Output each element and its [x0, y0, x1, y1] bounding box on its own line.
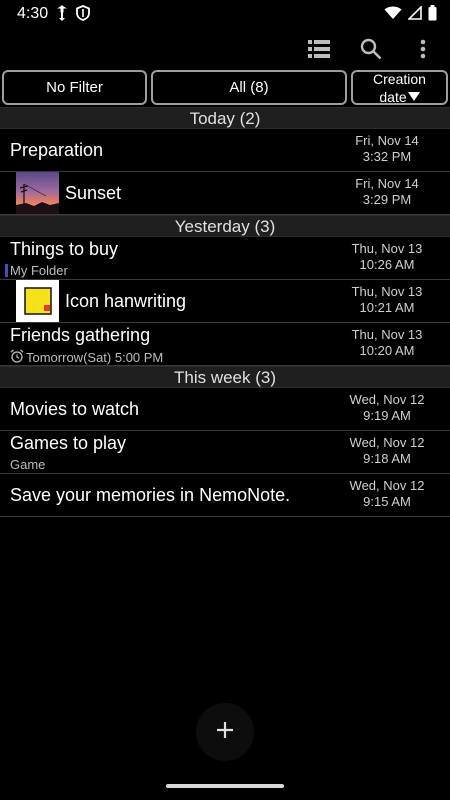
- list-view-icon[interactable]: [306, 36, 332, 62]
- signal-icon: [407, 5, 422, 25]
- app-toolbar: [0, 30, 450, 68]
- note-date-day: Thu, Nov 13: [351, 284, 423, 299]
- note-date-time: 9:15 AM: [363, 494, 411, 509]
- list-item[interactable]: Friends gathering Tomorrow(Sat) 5:00 PM …: [0, 323, 450, 366]
- note-date-time: 10:26 AM: [359, 257, 415, 272]
- note-date: Thu, Nov 13 10:20 AM: [342, 327, 432, 359]
- note-date: Fri, Nov 14 3:29 PM: [342, 176, 432, 208]
- folder-color-indicator: [5, 264, 8, 277]
- sort-descending-icon: [407, 92, 420, 101]
- note-date-day: Fri, Nov 14: [355, 176, 419, 191]
- note-date-day: Thu, Nov 13: [351, 327, 423, 342]
- note-date: Wed, Nov 12 9:19 AM: [342, 392, 432, 424]
- note-title: Games to play: [10, 433, 127, 453]
- list-item[interactable]: Sunset Fri, Nov 14 3:29 PM: [0, 172, 450, 215]
- no-filter-label: No Filter: [46, 78, 103, 96]
- status-time: 4:30: [17, 5, 49, 22]
- note-title: Sunset: [65, 183, 122, 203]
- list-item[interactable]: Save your memories in NemoNote. Wed, Nov…: [0, 474, 450, 517]
- list-item[interactable]: Preparation Fri, Nov 14 3:32 PM: [0, 129, 450, 172]
- note-title: Movies to watch: [10, 399, 140, 419]
- note-title: Save your memories in NemoNote.: [10, 485, 291, 505]
- note-title: Friends gathering: [10, 325, 151, 345]
- data-saver-icon: [56, 5, 68, 26]
- note-date-day: Wed, Nov 12: [349, 435, 425, 450]
- wifi-icon: [384, 6, 402, 25]
- note-list: Today (2) Preparation Fri, Nov 14 3:32 P…: [0, 107, 450, 517]
- note-date-day: Thu, Nov 13: [351, 241, 423, 256]
- battery-icon: [428, 5, 437, 26]
- note-date: Wed, Nov 12 9:15 AM: [342, 478, 432, 510]
- note-date: Fri, Nov 14 3:32 PM: [342, 133, 432, 165]
- note-date-day: Wed, Nov 12: [349, 392, 425, 407]
- all-notes-label: All (8): [229, 78, 269, 96]
- status-bar: 4:30: [0, 0, 450, 28]
- sunset-thumbnail: [16, 172, 59, 214]
- no-filter-button[interactable]: No Filter: [2, 70, 147, 105]
- list-item[interactable]: Games to play Game Wed, Nov 12 9:18 AM: [0, 431, 450, 474]
- more-vert-icon[interactable]: [410, 36, 436, 62]
- note-date-time: 3:32 PM: [362, 149, 412, 164]
- reminder-label: Tomorrow(Sat) 5:00 PM: [26, 350, 164, 365]
- list-item[interactable]: Movies to watch Wed, Nov 12 9:19 AM: [0, 388, 450, 431]
- all-notes-button[interactable]: All (8): [151, 70, 347, 105]
- search-icon[interactable]: [358, 36, 384, 62]
- alarm-clock-icon: [10, 349, 24, 366]
- note-folder: My Folder: [10, 263, 68, 278]
- note-folder: Game: [10, 457, 45, 472]
- gesture-nav-handle[interactable]: [166, 784, 284, 788]
- list-item[interactable]: Icon hanwriting Thu, Nov 13 10:21 AM: [0, 280, 450, 323]
- note-date-time: 9:18 AM: [363, 451, 411, 466]
- sort-order-button[interactable]: Creation date: [351, 70, 448, 105]
- add-note-button[interactable]: [196, 703, 254, 761]
- section-header-yesterday: Yesterday (3): [0, 215, 450, 237]
- shield-icon: [76, 5, 90, 26]
- note-date-day: Fri, Nov 14: [355, 133, 419, 148]
- sort-label-line1: Creation: [373, 70, 426, 87]
- folder-label: My Folder: [10, 263, 68, 278]
- filter-bar: No Filter All (8) Creation date: [0, 70, 450, 106]
- note-date-time: 10:21 AM: [359, 300, 415, 315]
- note-date-day: Wed, Nov 12: [349, 478, 425, 493]
- folder-label: Game: [10, 457, 46, 472]
- section-header-today: Today (2): [0, 107, 450, 129]
- note-title: Things to buy: [10, 239, 119, 259]
- section-header-this-week: This week (3): [0, 366, 450, 388]
- list-item[interactable]: Things to buy My Folder Thu, Nov 13 10:2…: [0, 237, 450, 280]
- note-date: Thu, Nov 13 10:21 AM: [342, 284, 432, 316]
- sort-label-line2: date: [379, 88, 407, 105]
- plus-icon: [216, 721, 234, 744]
- note-date: Thu, Nov 13 10:26 AM: [342, 241, 432, 273]
- note-date-time: 10:20 AM: [359, 343, 415, 358]
- note-date-time: 9:19 AM: [363, 408, 411, 423]
- note-title: Icon hanwriting: [65, 291, 187, 311]
- note-date-time: 3:29 PM: [362, 192, 412, 207]
- note-title: Preparation: [10, 140, 104, 160]
- note-date: Wed, Nov 12 9:18 AM: [342, 435, 432, 467]
- handwriting-thumbnail: [16, 280, 59, 322]
- note-reminder: Tomorrow(Sat) 5:00 PM: [10, 349, 163, 366]
